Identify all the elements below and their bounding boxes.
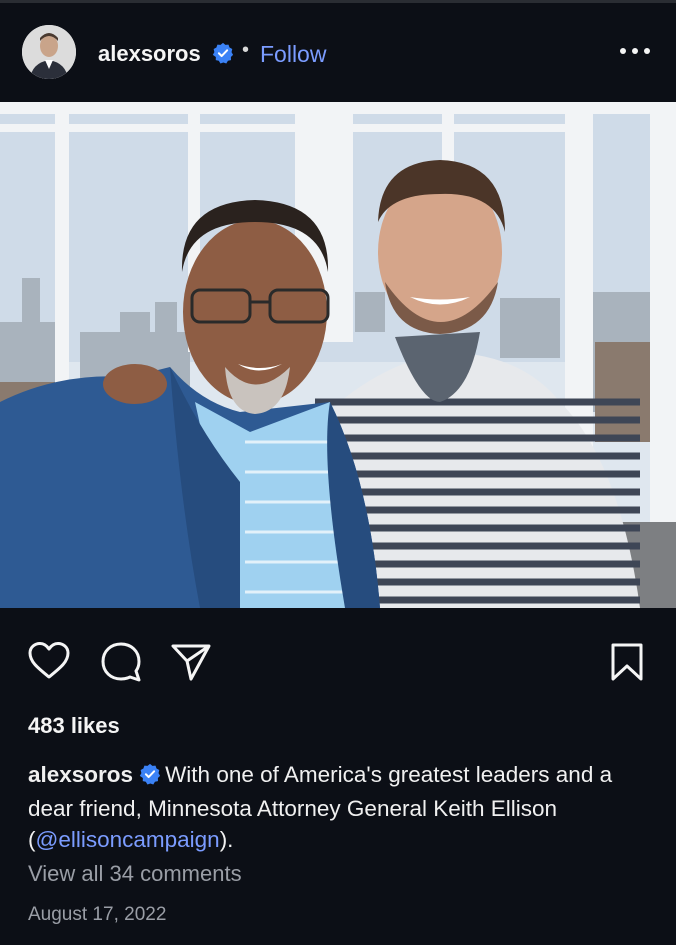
post-date: August 17, 2022 xyxy=(28,904,167,925)
separator-dot: • xyxy=(242,39,250,61)
bookmark-icon[interactable] xyxy=(609,642,645,687)
share-icon[interactable] xyxy=(170,642,212,687)
comment-icon[interactable] xyxy=(100,641,142,688)
heart-icon[interactable] xyxy=(28,642,70,685)
post-caption: alexsoros With one of America's greatest… xyxy=(28,759,653,855)
avatar[interactable] xyxy=(22,25,76,79)
verified-badge-icon xyxy=(212,42,234,69)
post-photo[interactable] xyxy=(0,102,676,608)
verified-badge-icon xyxy=(139,762,161,793)
post-header: alexsoros • Follow xyxy=(0,3,676,102)
view-comments-link[interactable]: View all 34 comments xyxy=(28,861,242,887)
username[interactable]: alexsoros xyxy=(98,41,201,67)
caption-mention-link[interactable]: @ellisoncampaign xyxy=(36,827,220,852)
caption-text-end: ). xyxy=(219,827,234,852)
caption-username[interactable]: alexsoros xyxy=(28,762,133,787)
likes-count[interactable]: 483 likes xyxy=(28,713,120,739)
follow-button[interactable]: Follow xyxy=(260,41,326,68)
action-bar xyxy=(0,608,676,708)
more-options-icon[interactable] xyxy=(618,43,652,59)
